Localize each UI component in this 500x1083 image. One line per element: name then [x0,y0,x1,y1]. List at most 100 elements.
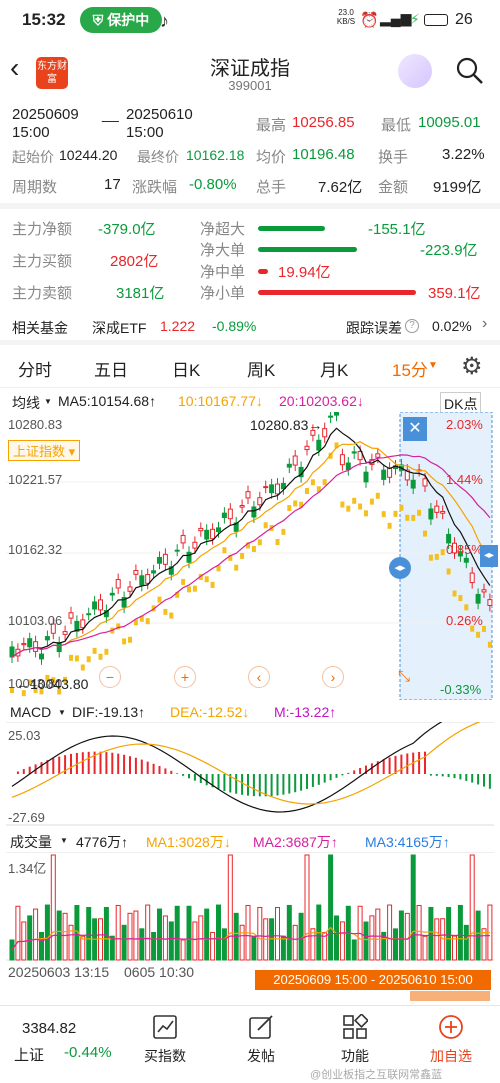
candle [251,506,257,518]
end-label: 最终价 [137,149,179,165]
zoom-in-icon[interactable]: + [174,666,196,688]
volume-bar [422,935,428,961]
overlay-candle [222,547,227,554]
candle [428,508,434,520]
overlay-candle [275,539,280,546]
overlay-candle [69,654,73,661]
y-3: 10162.32 [8,542,63,557]
macd-m: M:-13.22↑ [274,704,337,720]
candle [463,557,469,563]
prev-icon[interactable]: ‹ [248,666,270,688]
drag-handle-right-icon[interactable]: ◂▸ [480,545,498,567]
fund-label: 相关基金 [12,320,68,336]
volume-bar [387,904,393,961]
macd-chart[interactable] [0,722,500,826]
overlay-candle [204,576,209,583]
overlay-candle [446,568,451,575]
volume-bar [298,912,304,961]
candle [192,541,198,549]
tab-month-k[interactable]: 月K [320,356,348,381]
protect-label: 保护中 [107,12,150,28]
candle [387,467,393,478]
ma-selector[interactable]: 均线 [12,393,40,413]
drag-handle-left-icon[interactable]: ◂▸ [389,557,411,579]
volume-bar [469,854,475,961]
volume-chart[interactable] [0,852,500,962]
overlay-candle [128,636,132,643]
tab-5day[interactable]: 五日 [94,356,128,381]
overlay-candle [387,522,392,529]
tab-fenshi[interactable]: 分时 [18,356,52,381]
overlay-candle [476,631,481,638]
overlay-candle [322,479,327,486]
close-selection-icon[interactable]: ✕ [403,417,427,441]
range-sep: __ [102,106,119,123]
zoom-out-icon[interactable]: − [99,666,121,688]
volume-bar [334,915,339,961]
sh-index-change[interactable]: -0.44% [64,1044,112,1061]
candle [487,599,493,606]
sh-index-name[interactable]: 上证 [14,1044,44,1065]
large-bar [258,247,357,252]
help-icon[interactable]: ? [405,319,419,333]
tab-week-k[interactable]: 周K [247,356,275,381]
watermark: @创业板指之互联网常鑫蓝 [310,1069,443,1081]
candle [316,439,322,451]
volume-bar [481,928,487,961]
chart-icon [153,1015,177,1039]
mid-bar [258,269,268,274]
macd-selector[interactable]: MACD [10,704,51,720]
buy-index-button[interactable]: 买指数 [130,1014,200,1066]
candle [80,619,86,629]
mid-value: 19.94亿 [278,264,331,281]
status-time: 15:32 [22,10,66,29]
range-end-time: 15:00 [126,124,164,141]
alarm-icon: ⏰ [360,12,379,29]
volume-bar [27,915,33,961]
tab-day-k[interactable]: 日K [172,356,200,381]
overlay-candle [98,653,103,660]
overlay-candle [434,553,439,560]
overlay-candle [381,511,386,518]
add-watchlist-button[interactable]: 加自选 [416,1014,486,1066]
robot-avatar-icon[interactable] [398,54,432,88]
volume-bar [15,905,21,961]
expand-icon[interactable]: ⤡ [398,668,410,685]
volume-bar [440,918,446,961]
post-button[interactable]: 发帖 [226,1014,296,1066]
candle [257,497,263,506]
pct-3: 0.85% [446,542,483,557]
volume-bar [239,924,245,961]
protect-pill[interactable]: ⛨ 保护中 [80,7,162,33]
edit-icon [249,1015,273,1039]
end-value: 10162.18 [186,147,245,163]
candle [328,415,334,418]
overlay-candle [281,528,286,535]
gear-icon[interactable]: ⚙ [461,352,483,381]
overlay-index-tag[interactable]: 上证指数 ▾ [8,440,81,461]
sell-value: 3181亿 [116,285,165,302]
candle [227,508,233,520]
candle [139,575,145,586]
candle [44,636,50,641]
time-left: 20250603 13:15 [8,964,110,980]
charging-icon: ⚡ [410,11,420,27]
volume-selector[interactable]: 成交量 [10,832,52,852]
candle [62,631,68,635]
volume-bar [50,854,56,961]
range-scrollbar[interactable] [410,991,490,1001]
overlay-candle [346,505,351,512]
tab-15min[interactable]: 15分 [392,356,428,381]
search-icon[interactable] [455,56,485,86]
function-label: 功能 [341,1048,369,1064]
fund-price: 1.222 [160,318,196,334]
caret-down-icon: ▼ [44,397,52,406]
function-button[interactable]: 功能 [320,1014,390,1066]
volume-bar [145,904,151,961]
next-icon[interactable]: › [322,666,344,688]
period-value: 17 [104,176,121,193]
candle [322,428,328,438]
sh-index-price[interactable]: 3384.82 [22,1020,76,1037]
candle [475,593,481,604]
mid-label: 净中单 [200,264,246,281]
